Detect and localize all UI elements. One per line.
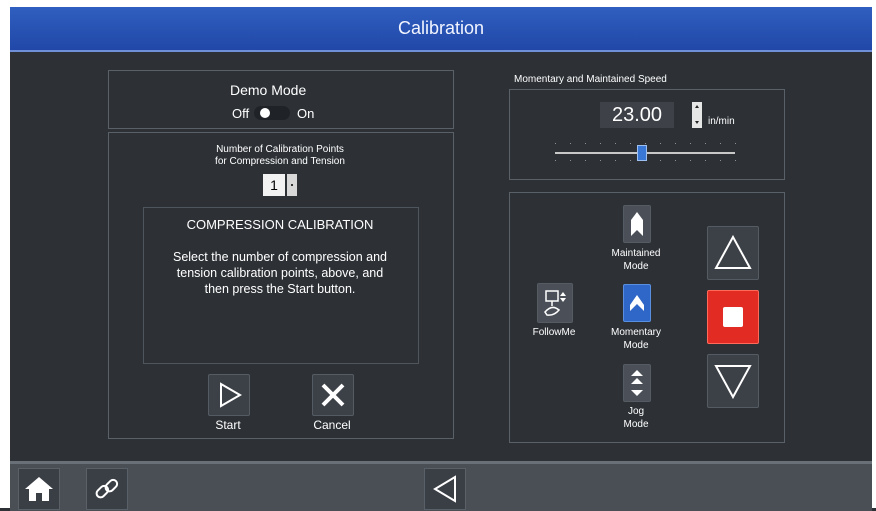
slider-tick — [720, 143, 721, 144]
back-button[interactable] — [424, 468, 466, 510]
instructions-title: COMPRESSION CALIBRATION — [186, 217, 374, 232]
stop-icon — [723, 307, 743, 327]
slider-tick — [615, 143, 616, 144]
slider-tick — [675, 160, 676, 161]
spin-down-icon — [695, 121, 699, 124]
speed-unit: in/min — [708, 116, 735, 127]
jog-mode-button[interactable] — [623, 364, 651, 402]
followme-icon — [544, 290, 566, 316]
slider-tick — [600, 143, 601, 144]
followme-button[interactable] — [537, 283, 573, 323]
slider-tick — [690, 143, 691, 144]
start-label: Start — [215, 418, 241, 432]
maintained-mode-button[interactable] — [623, 205, 651, 243]
instructions-line-2: tension calibration points, above, and — [176, 266, 384, 280]
spin-up-icon — [695, 105, 699, 108]
speed-label: Momentary and Maintained Speed — [514, 74, 667, 85]
momentary-mode-button[interactable] — [623, 284, 651, 322]
link-icon — [95, 478, 119, 499]
followme-label: FollowMe — [532, 327, 576, 338]
momentary-label-1: Momentary — [610, 327, 661, 338]
slider-tick — [735, 143, 736, 144]
speed-spinner[interactable] — [692, 102, 702, 128]
slider-tick — [660, 143, 661, 144]
slider-tick — [705, 143, 706, 144]
slider-tick — [555, 160, 556, 161]
chevron-icon — [630, 295, 644, 311]
jog-label-2: Mode — [623, 419, 649, 430]
link-button[interactable] — [86, 468, 128, 510]
x-icon — [321, 383, 345, 407]
demo-mode-panel — [108, 70, 454, 129]
slider-tick — [675, 143, 676, 144]
back-arrow-icon — [433, 475, 456, 503]
slider-tick — [555, 143, 556, 144]
window-frame-right — [872, 0, 876, 508]
slider-tick — [630, 160, 631, 161]
speed-input[interactable]: 23.00 — [600, 102, 674, 128]
demo-mode-label: Demo Mode — [230, 82, 307, 98]
double-chevron-icon — [631, 370, 643, 396]
demo-off-label: Off — [232, 106, 250, 121]
start-button[interactable] — [208, 374, 250, 416]
home-icon — [25, 477, 53, 501]
cancel-button[interactable] — [312, 374, 354, 416]
slider-tick — [585, 143, 586, 144]
demo-mode-toggle[interactable] — [254, 106, 290, 120]
slider-tick — [600, 160, 601, 161]
window-frame-top — [0, 0, 876, 7]
title-bar: Calibration — [10, 7, 872, 52]
slider-tick — [630, 143, 631, 144]
page-title: Calibration — [397, 18, 485, 38]
slider-tick — [615, 160, 616, 161]
triangle-up-icon — [714, 234, 752, 269]
slider-tick — [720, 160, 721, 161]
calibration-points-value: 1 — [263, 174, 285, 196]
jog-down-button[interactable] — [707, 354, 759, 408]
select-arrow-icon — [287, 174, 297, 196]
calibration-points-label-1: Number of Calibration Points — [216, 144, 344, 155]
jog-up-button[interactable] — [707, 226, 759, 280]
toggle-knob — [260, 108, 270, 118]
slider-tick — [645, 143, 646, 144]
cancel-label: Cancel — [313, 418, 351, 432]
calibration-points-label-2: for Compression and Tension — [215, 156, 345, 167]
maintained-label-1: Maintained — [611, 248, 661, 259]
speed-slider-thumb[interactable] — [637, 145, 648, 161]
window-frame-left — [0, 0, 10, 508]
instructions-line-1: Select the number of compression and — [172, 250, 387, 264]
slider-tick — [570, 160, 571, 161]
stop-button[interactable] — [707, 290, 759, 344]
demo-on-label: On — [297, 106, 315, 121]
slider-tick — [570, 143, 571, 144]
play-outline-icon — [220, 382, 242, 408]
slider-tick — [735, 160, 736, 161]
slider-tick — [585, 160, 586, 161]
calibration-points-select[interactable]: 1 — [263, 174, 297, 196]
momentary-label-2: Mode — [623, 340, 649, 351]
slider-tick — [660, 160, 661, 161]
maintained-label-2: Mode — [623, 261, 649, 272]
home-button[interactable] — [18, 468, 60, 510]
slider-tick — [705, 160, 706, 161]
slider-tick — [690, 160, 691, 161]
single-chevron-icon — [631, 212, 643, 236]
triangle-down-icon — [714, 365, 752, 400]
instructions-line-3: then press the Start button. — [204, 282, 356, 296]
jog-label-1: Jog — [627, 406, 645, 417]
